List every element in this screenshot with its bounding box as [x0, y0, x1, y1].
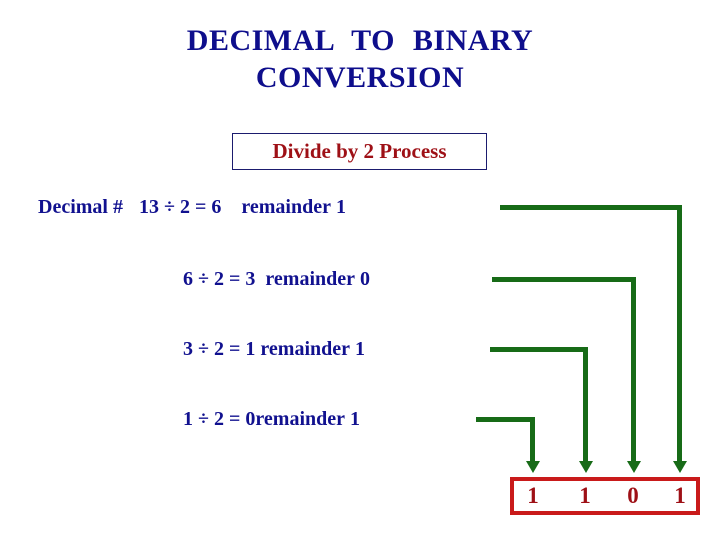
step-1-remainder-value: 1 [335, 196, 346, 218]
step-3-remainder-value: 1 [355, 338, 365, 360]
subtitle-label: Divide by 2 Process [272, 139, 447, 163]
step-2-remainder-label: remainder [265, 268, 355, 290]
division-step-row: Decimal # 13 ÷ 2 = 6 remainder 1 [38, 195, 346, 219]
step-4-remainder-label: remainder [255, 408, 345, 430]
step-2-equals-operator: = [228, 268, 241, 290]
slide-canvas: DECIMAL TO BINARY CONVERSION Divide by 2… [0, 0, 720, 540]
connector-1-arrowhead [672, 461, 687, 473]
step-2-divide-operator: ÷ [198, 268, 209, 290]
connector-3-arrowhead [578, 461, 593, 473]
connector-4-arrowhead [525, 461, 540, 473]
step-4-dividend: 1 [183, 408, 193, 430]
step-4-remainder-value: 1 [350, 408, 360, 430]
division-step-row: 6 ÷ 2 = 3 remainder 0 [183, 267, 370, 291]
result-digit: 1 [527, 483, 539, 508]
step-1-divisor: 2 [179, 196, 190, 218]
step-4-equals-operator: = [228, 408, 241, 430]
page-title-line-1: DECIMAL TO BINARY [186, 24, 534, 57]
binary-result-box: 1 1 0 1 [510, 477, 700, 515]
step-1-dividend: 13 [138, 196, 159, 218]
step-1-equals-operator: = [194, 196, 207, 218]
step-3-dividend: 3 [183, 338, 193, 360]
division-step-row: 3 ÷ 2 = 1 remainder 1 [183, 337, 365, 361]
connector-1-vertical [677, 205, 682, 463]
result-digit: 1 [674, 483, 686, 508]
step-3-remainder-label: remainder [260, 338, 350, 360]
step-1-divide-operator: ÷ [163, 196, 175, 218]
step-1-quotient: 6 [211, 196, 222, 218]
page-title: DECIMAL TO BINARY CONVERSION [0, 22, 720, 96]
connector-4-vertical [530, 417, 535, 463]
step-3-divisor: 2 [213, 338, 224, 360]
step-2-divisor: 2 [213, 268, 224, 290]
step-4-divisor: 2 [213, 408, 224, 430]
step-2-quotient: 3 [245, 268, 256, 290]
connector-3-horizontal [490, 347, 588, 352]
step-4-divide-operator: ÷ [198, 408, 209, 430]
step-1-prefix: Decimal # [38, 196, 123, 218]
connector-1-horizontal [500, 205, 682, 210]
step-2-dividend: 6 [183, 268, 193, 290]
step-1-remainder-label: remainder [241, 196, 331, 218]
subtitle-box: Divide by 2 Process [232, 133, 487, 170]
result-digit: 0 [627, 483, 639, 508]
connector-2-horizontal [492, 277, 636, 282]
connector-4-horizontal [476, 417, 535, 422]
step-3-divide-operator: ÷ [198, 338, 209, 360]
result-digit: 1 [579, 483, 591, 508]
connector-2-vertical [631, 277, 636, 463]
step-4-quotient: 0 [245, 408, 256, 430]
step-3-quotient: 1 [245, 338, 256, 360]
division-step-row: 1 ÷ 2 = 0remainder 1 [183, 407, 360, 431]
step-3-equals-operator: = [228, 338, 241, 360]
page-title-line-2: CONVERSION [255, 61, 465, 94]
connector-3-vertical [583, 347, 588, 463]
connector-2-arrowhead [626, 461, 641, 473]
step-2-remainder-value: 0 [360, 268, 370, 290]
